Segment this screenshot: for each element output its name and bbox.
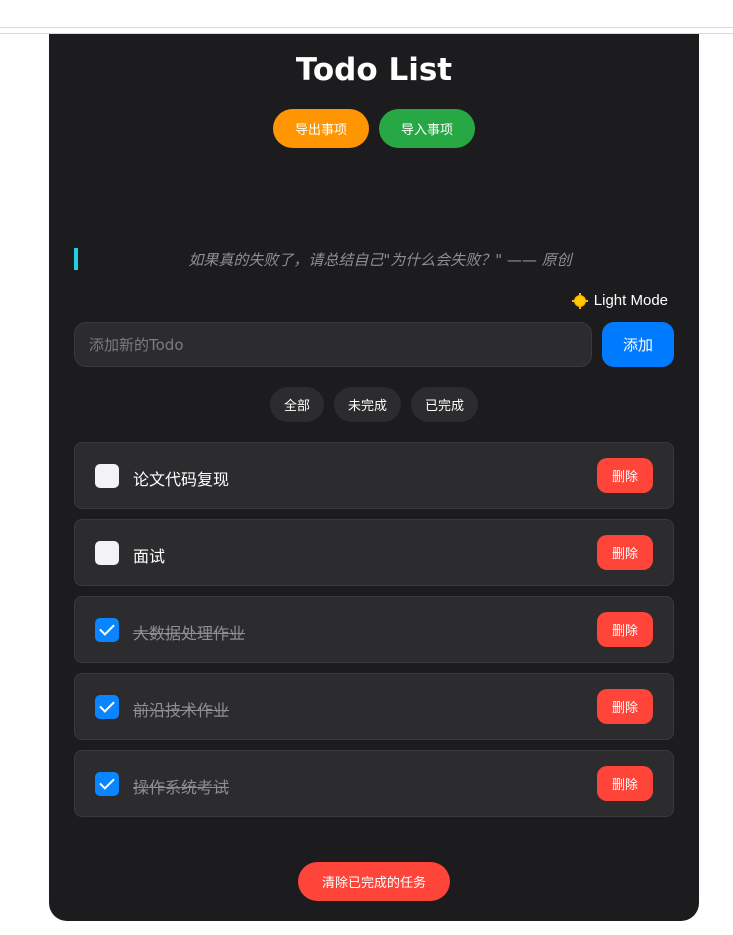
quote-block: 如果真的失败了，请总结自己"为什么会失败？" —— 原创 <box>74 248 674 270</box>
add-todo-row: 添加 <box>74 322 674 367</box>
todo-panel: Todo List 导出事项 导入事项 如果真的失败了，请总结自己"为什么会失败… <box>49 34 699 921</box>
delete-button[interactable]: 删除 <box>597 689 653 724</box>
todo-item: 前沿技术作业 删除 <box>74 673 674 740</box>
theme-toggle-label: Light Mode <box>593 292 668 309</box>
export-button[interactable]: 导出事项 <box>273 109 369 148</box>
todo-text: 操作系统考试 <box>133 778 230 797</box>
todo-checkbox[interactable] <box>95 464 119 488</box>
todo-item: 操作系统考试 删除 <box>74 750 674 817</box>
delete-button[interactable]: 删除 <box>597 766 653 801</box>
todo-checkbox-checked[interactable] <box>95 618 119 642</box>
todo-checkbox-checked[interactable] <box>95 772 119 796</box>
page-title: Todo List <box>295 52 453 88</box>
todo-item: 大数据处理作业 删除 <box>74 596 674 663</box>
filter-active-button[interactable]: 未完成 <box>333 387 401 422</box>
todo-text: 前沿技术作业 <box>133 701 230 720</box>
filter-bar: 全部 未完成 已完成 <box>49 387 699 422</box>
todo-text: 论文代码复现 <box>133 470 230 489</box>
theme-toggle[interactable]: Light Mode <box>571 292 668 309</box>
browser-top-bar <box>0 0 733 34</box>
todo-text: 大数据处理作业 <box>133 624 246 643</box>
todo-list: 论文代码复现 删除 面试 删除 大数据处理作业 删除 前沿技术作业 删除 操作系… <box>74 442 674 827</box>
todo-item: 论文代码复现 删除 <box>74 442 674 509</box>
filter-completed-button[interactable]: 已完成 <box>411 387 479 422</box>
delete-button[interactable]: 删除 <box>597 458 653 493</box>
delete-button[interactable]: 删除 <box>597 612 653 647</box>
quote-text: 如果真的失败了，请总结自己"为什么会失败？" —— 原创 <box>188 251 572 269</box>
clear-completed-button[interactable]: 清除已完成的任务 <box>298 862 450 901</box>
sun-icon <box>571 292 588 309</box>
todo-text: 面试 <box>133 547 166 566</box>
add-button[interactable]: 添加 <box>602 322 674 367</box>
filter-all-button[interactable]: 全部 <box>269 387 324 422</box>
import-button[interactable]: 导入事项 <box>379 109 475 148</box>
todo-checkbox-checked[interactable] <box>95 695 119 719</box>
new-todo-input[interactable] <box>74 322 592 367</box>
import-export-row: 导出事项 导入事项 <box>49 109 699 148</box>
todo-item: 面试 删除 <box>74 519 674 586</box>
delete-button[interactable]: 删除 <box>597 535 653 570</box>
todo-checkbox[interactable] <box>95 541 119 565</box>
